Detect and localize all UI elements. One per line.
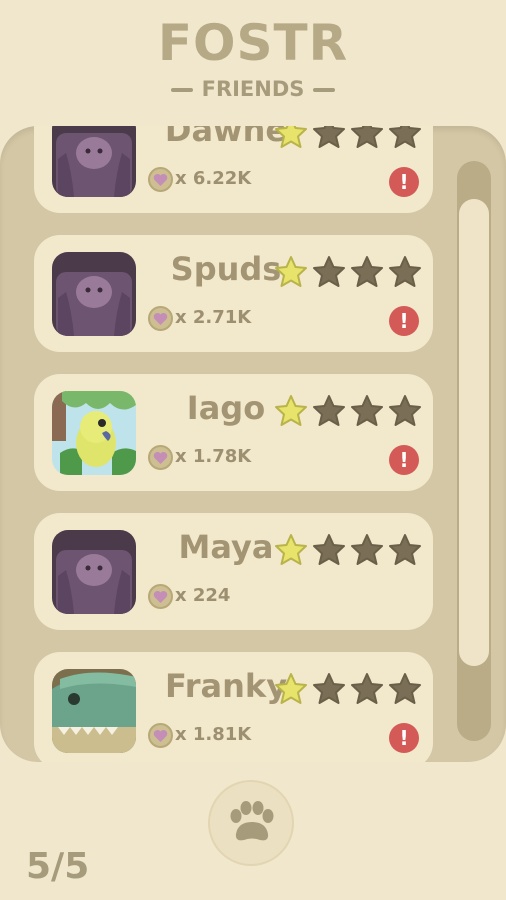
heart-icon <box>148 306 173 331</box>
subtitle-dash-right <box>313 88 336 92</box>
star-empty-icon <box>313 534 345 565</box>
crocodile-avatar <box>52 669 136 753</box>
friends-list-panel: Dawne x 6.22K ! Spuds x 2.71K ! Iago x 1… <box>0 126 506 762</box>
friend-card[interactable]: Maya x 224 <box>34 513 433 630</box>
heart-count: x 6.22K <box>175 168 252 189</box>
alert-icon[interactable]: ! <box>389 723 419 753</box>
tapir-avatar <box>52 252 136 336</box>
friend-card[interactable]: Spuds x 2.71K ! <box>34 235 433 352</box>
star-empty-icon <box>313 256 345 287</box>
parrot-avatar <box>52 391 136 475</box>
heart-count: x 224 <box>175 585 231 606</box>
star-empty-icon <box>351 534 383 565</box>
alert-icon[interactable]: ! <box>389 445 419 475</box>
star-filled-icon <box>275 256 307 287</box>
heart-count: x 1.78K <box>175 446 252 467</box>
star-empty-icon <box>351 395 383 426</box>
tapir-avatar <box>52 126 136 197</box>
page-subtitle: FRIENDS <box>0 77 506 101</box>
scrollbar-track[interactable] <box>457 161 491 741</box>
star-empty-icon <box>351 256 383 287</box>
star-filled-icon <box>275 395 307 426</box>
subtitle-dash-left <box>170 88 193 92</box>
tapir-avatar <box>52 530 136 614</box>
star-empty-icon <box>313 395 345 426</box>
star-empty-icon <box>389 256 421 287</box>
star-filled-icon <box>275 534 307 565</box>
star-empty-icon <box>313 673 345 704</box>
heart-icon <box>148 445 173 470</box>
subtitle-text: FRIENDS <box>201 77 305 101</box>
heart-count: x 2.71K <box>175 307 252 328</box>
heart-icon <box>148 167 173 192</box>
alert-icon[interactable]: ! <box>389 306 419 336</box>
heart-icon <box>148 723 173 748</box>
alert-icon[interactable]: ! <box>389 167 419 197</box>
star-empty-icon <box>389 673 421 704</box>
page-title: FOSTR <box>157 14 349 72</box>
friend-card[interactable]: Franky x 1.81K ! <box>34 652 433 762</box>
friend-card[interactable]: Iago x 1.78K ! <box>34 374 433 491</box>
heart-icon <box>148 584 173 609</box>
page-indicator: 5/5 <box>26 846 90 887</box>
star-empty-icon <box>389 534 421 565</box>
paw-button[interactable] <box>208 780 294 866</box>
star-filled-icon <box>275 673 307 704</box>
paw-icon <box>230 801 274 841</box>
star-empty-icon <box>313 126 345 148</box>
star-filled-icon <box>275 126 307 148</box>
star-empty-icon <box>351 673 383 704</box>
heart-count: x 1.81K <box>175 724 252 745</box>
star-empty-icon <box>351 126 383 148</box>
friends-list[interactable]: Dawne x 6.22K ! Spuds x 2.71K ! Iago x 1… <box>0 126 506 762</box>
scrollbar-thumb[interactable] <box>459 199 489 666</box>
friend-card[interactable]: Dawne x 6.22K ! <box>34 126 433 213</box>
star-empty-icon <box>389 126 421 148</box>
star-empty-icon <box>389 395 421 426</box>
